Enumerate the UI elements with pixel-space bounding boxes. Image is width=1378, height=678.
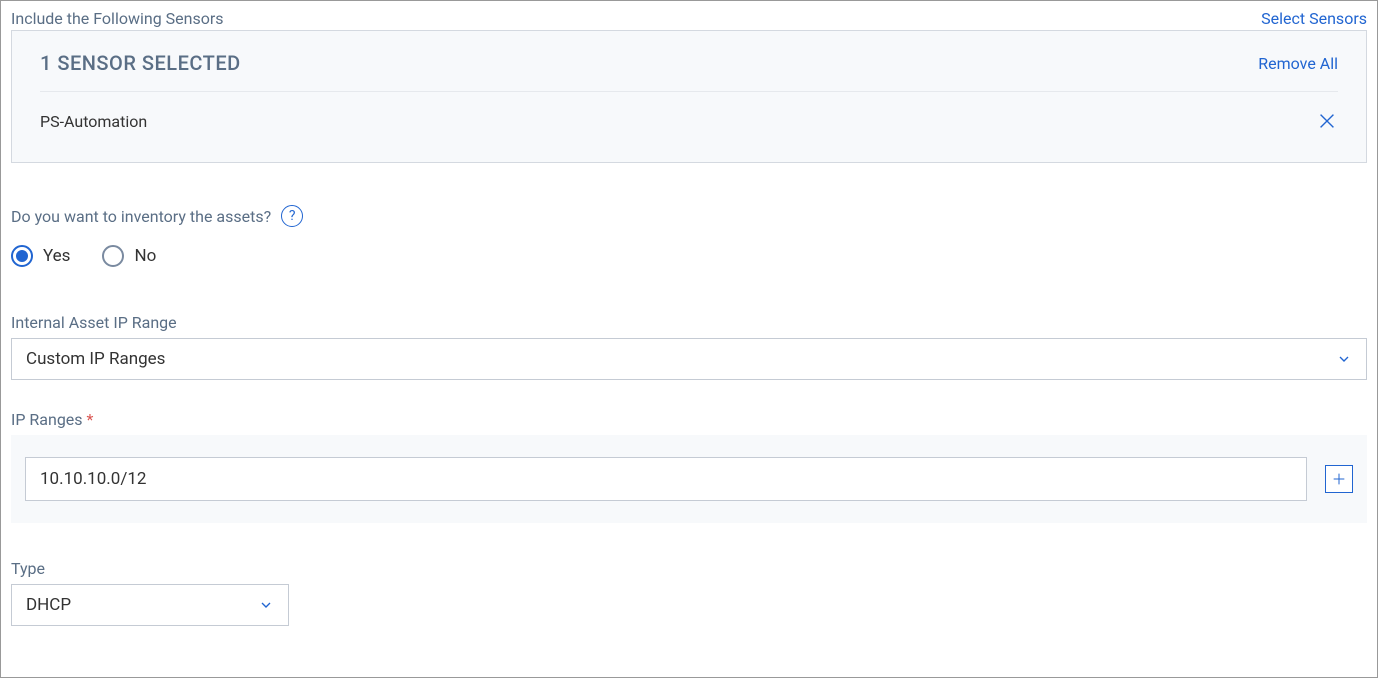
ip-range-select[interactable]: Custom IP Ranges	[11, 338, 1367, 380]
sensor-panel: 1 SENSOR SELECTED Remove All PS-Automati…	[11, 30, 1367, 163]
ip-range-select-value: Custom IP Ranges	[26, 349, 165, 369]
type-label: Type	[11, 559, 1367, 578]
add-ip-range-button[interactable]	[1325, 465, 1353, 493]
type-select-value: DHCP	[26, 595, 71, 615]
chevron-down-icon	[1336, 351, 1352, 367]
inventory-question: Do you want to inventory the assets?	[11, 207, 271, 226]
required-indicator: *	[87, 410, 94, 429]
sensor-name: PS-Automation	[40, 112, 147, 131]
ip-range-input[interactable]	[25, 457, 1307, 501]
inventory-question-row: Do you want to inventory the assets? ?	[11, 205, 1367, 227]
ip-ranges-label: IP Ranges *	[11, 410, 1367, 429]
radio-no-circle	[102, 245, 124, 267]
radio-yes-label: Yes	[43, 246, 70, 266]
sensors-section-header: Include the Following Sensors Select Sen…	[11, 9, 1367, 28]
sensors-section-label: Include the Following Sensors	[11, 9, 224, 28]
radio-yes-circle	[11, 245, 33, 267]
inventory-radio-group: Yes No	[11, 245, 1367, 267]
ip-ranges-container	[11, 435, 1367, 523]
sensor-row: PS-Automation	[12, 92, 1366, 162]
sensor-count-label: 1 SENSOR SELECTED	[40, 51, 241, 75]
select-sensors-link[interactable]: Select Sensors	[1261, 9, 1367, 28]
remove-all-link[interactable]: Remove All	[1258, 54, 1338, 73]
radio-no-label: No	[134, 246, 156, 266]
help-icon[interactable]: ?	[281, 205, 303, 227]
ip-range-label: Internal Asset IP Range	[11, 313, 1367, 332]
type-select[interactable]: DHCP	[11, 584, 289, 626]
remove-sensor-icon[interactable]	[1316, 110, 1338, 132]
radio-no[interactable]: No	[102, 245, 156, 267]
radio-yes[interactable]: Yes	[11, 245, 70, 267]
chevron-down-icon	[258, 597, 274, 613]
